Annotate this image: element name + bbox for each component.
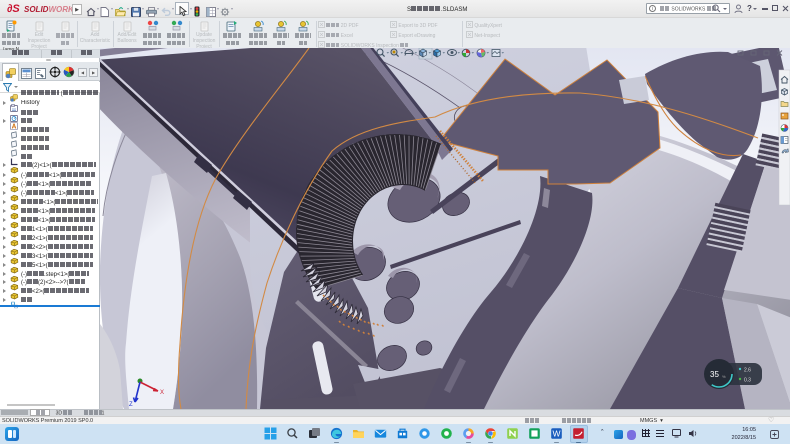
svg-text:%: % [722, 374, 726, 379]
svg-text:X: X [160, 390, 164, 396]
svg-text:Z: Z [129, 402, 133, 408]
svg-text:0.3: 0.3 [744, 378, 751, 384]
svg-text:2.6: 2.6 [744, 368, 751, 374]
svg-text:35: 35 [710, 370, 719, 379]
svg-text:W: W [552, 429, 560, 439]
